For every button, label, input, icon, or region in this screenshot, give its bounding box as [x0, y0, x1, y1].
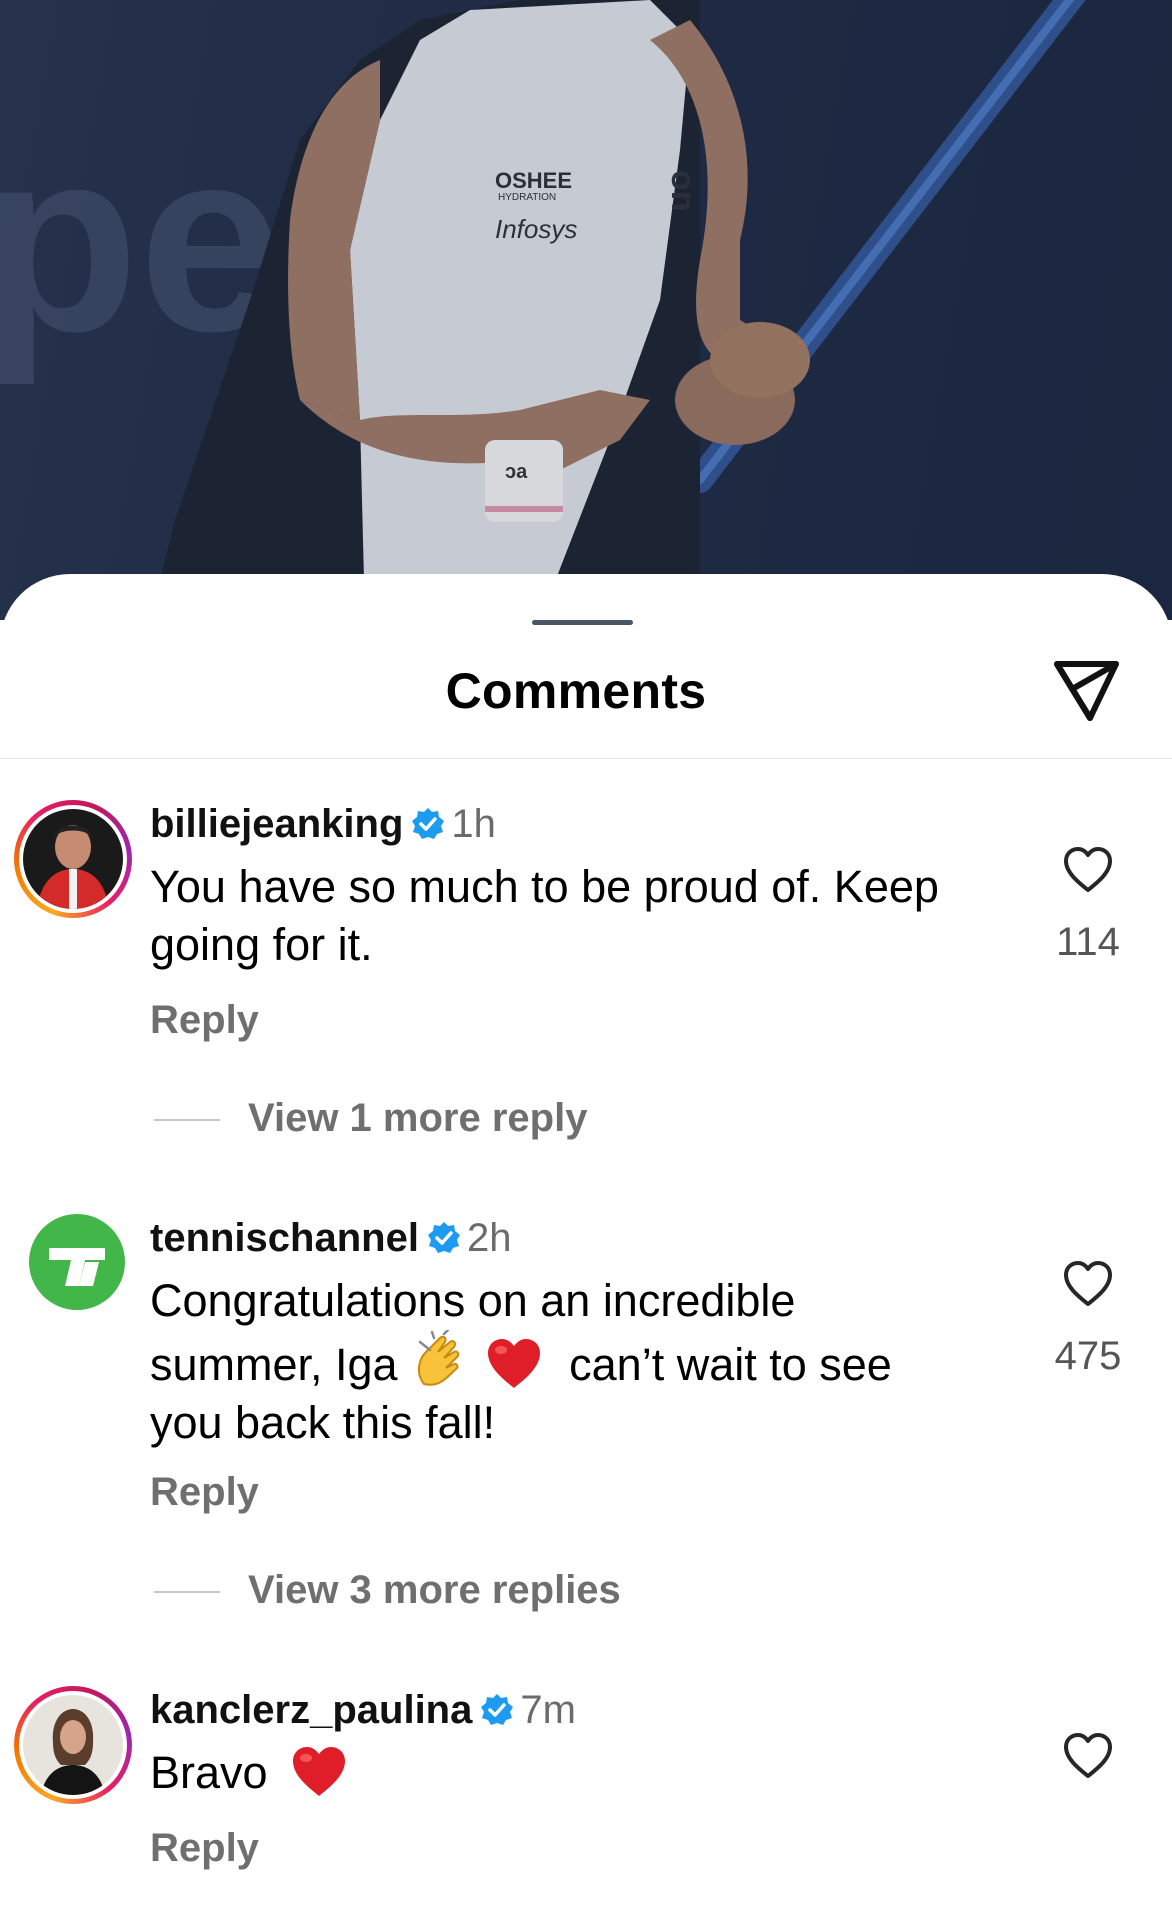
- comment-header: kanclerz_paulina 7m: [150, 1686, 576, 1734]
- verified-badge-icon: [427, 1222, 460, 1253]
- comment-header: tennischannel 2h: [150, 1214, 511, 1262]
- shirt-text-oshee: OSHEE: [495, 168, 572, 193]
- like-count: 114: [1056, 920, 1120, 964]
- header-divider: [0, 758, 1172, 759]
- heart-icon[interactable]: [1062, 1260, 1114, 1308]
- avatar-story-ring[interactable]: [14, 800, 132, 918]
- reply-button[interactable]: Reply: [150, 998, 259, 1043]
- comment-time: 1h: [451, 802, 496, 846]
- verified-badge-icon: [481, 1694, 514, 1725]
- replies-dash: [154, 1591, 220, 1594]
- reply-button[interactable]: Reply: [150, 1826, 259, 1871]
- comment-header: billiejeanking 1h: [150, 800, 496, 848]
- view-more-replies-label: View 1 more reply: [248, 1096, 588, 1140]
- svg-text:Infosys: Infosys: [495, 214, 577, 244]
- comment-text: You have so much to be proud of. Keep go…: [150, 861, 939, 970]
- avatar[interactable]: [29, 1214, 125, 1310]
- share-button[interactable]: [1052, 658, 1122, 724]
- sheet-title: Comments: [445, 663, 707, 719]
- svg-text:HYDRATION: HYDRATION: [498, 192, 556, 203]
- comment-text: Bravo: [150, 1744, 1030, 1802]
- heart-icon[interactable]: [1062, 1732, 1114, 1780]
- avatar: [23, 809, 123, 909]
- view-more-replies-label: View 3 more replies: [248, 1568, 621, 1612]
- clapping-hands-emoji-icon: [418, 1330, 460, 1386]
- svg-text:ɔa: ɔa: [505, 461, 528, 483]
- paper-plane-icon: [1054, 661, 1119, 721]
- red-heart-emoji-icon: [487, 1339, 540, 1388]
- view-more-replies-button[interactable]: View 1 more reply: [154, 1096, 587, 1141]
- comment-time: 2h: [466, 1216, 512, 1260]
- like-count: 475: [1054, 1334, 1122, 1378]
- avatar: [23, 1695, 123, 1795]
- comment-username[interactable]: tennischannel: [150, 1216, 419, 1260]
- verified-badge-icon: [412, 808, 445, 839]
- post-photo-backdrop: pe ɔa OSHEE HYDRATION Infosys on: [0, 0, 1172, 620]
- reply-button[interactable]: Reply: [150, 1470, 259, 1515]
- svg-text:on: on: [664, 170, 702, 212]
- sheet-grabber[interactable]: [532, 620, 633, 625]
- comment-text-part: Bravo: [150, 1747, 268, 1798]
- comment-text: Congratulations on an incredible summer,…: [150, 1272, 950, 1452]
- comment-username[interactable]: billiejeanking: [150, 802, 403, 846]
- replies-dash: [154, 1119, 220, 1122]
- heart-icon[interactable]: [1062, 846, 1114, 894]
- red-heart-emoji-icon: [293, 1747, 346, 1796]
- view-more-replies-button[interactable]: View 3 more replies: [154, 1568, 621, 1613]
- avatar-story-ring[interactable]: [14, 1686, 132, 1804]
- comment-time: 7m: [520, 1688, 576, 1732]
- comment-username[interactable]: kanclerz_paulina: [150, 1688, 472, 1732]
- tennis-channel-logo-icon: [49, 1248, 105, 1286]
